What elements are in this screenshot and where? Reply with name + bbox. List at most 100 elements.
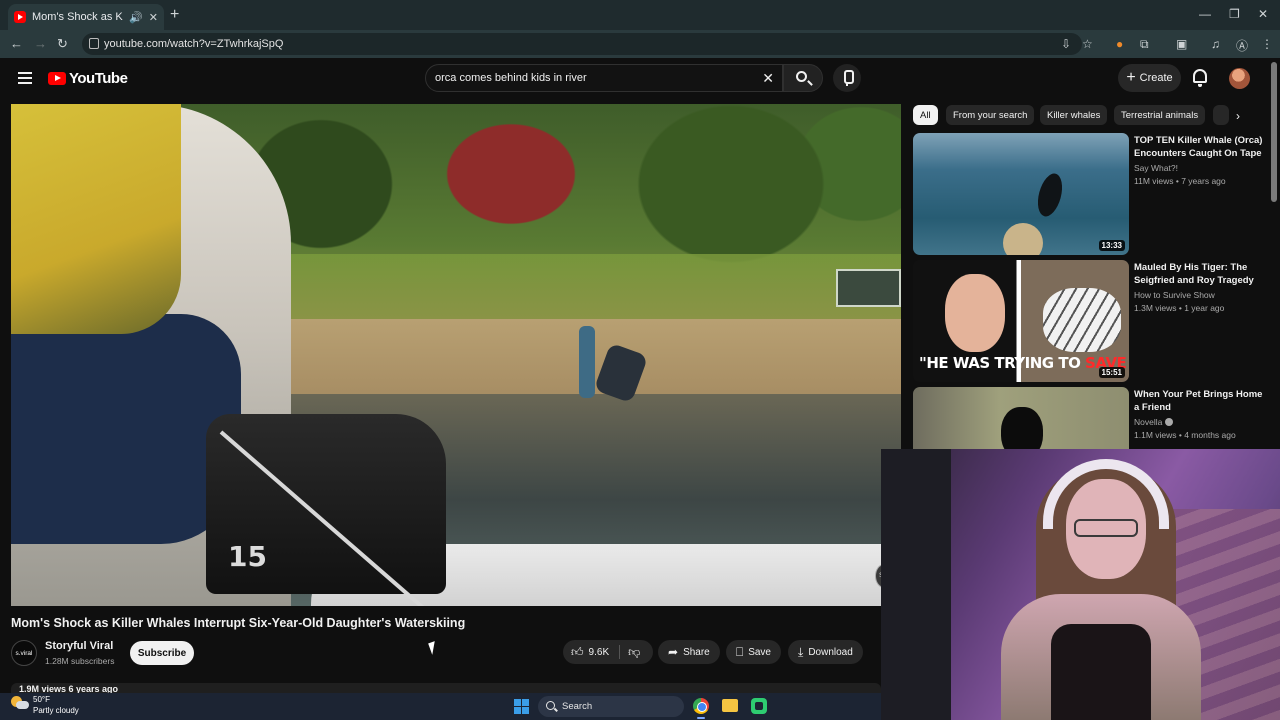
- tab-title: Mom's Shock as Killer Wha: [32, 11, 123, 23]
- webcam-overlay: [881, 449, 1280, 720]
- create-label: Create: [1139, 72, 1173, 84]
- like-thumbs-up-icon[interactable]: 👍︎: [571, 645, 584, 660]
- chip-partial[interactable]: [1213, 105, 1229, 125]
- video-title: Mom's Shock as Killer Whales Interrupt S…: [11, 616, 466, 630]
- rec-title-3[interactable]: When Your Pet Brings Home a Friend: [1134, 388, 1266, 414]
- url-text: youtube.com/watch?v=ZTwhrkajSpQ: [104, 38, 284, 50]
- forward-icon[interactable]: →: [34, 36, 47, 51]
- dislike-thumbs-down-icon[interactable]: 👎︎: [628, 645, 640, 660]
- download-icon: ⤓: [798, 644, 804, 659]
- chips-next-chevron-icon[interactable]: ›: [1236, 109, 1240, 123]
- thumb-caption: "HE WAS TRYING TO SAVE M: [919, 354, 1129, 372]
- url-field[interactable]: youtube.com/watch?v=ZTwhrkajSpQ: [82, 33, 1082, 55]
- motor-number: 15: [228, 540, 267, 573]
- thumb-white-tiger: [1043, 288, 1121, 352]
- rec-meta-2: 1.3M views • 1 year ago: [1134, 303, 1225, 313]
- share-arrow-icon: ➦: [668, 645, 679, 659]
- hamburger-menu-icon[interactable]: [18, 72, 32, 84]
- youtube-wordmark: YouTube: [69, 70, 128, 87]
- user-avatar[interactable]: [1229, 68, 1250, 89]
- create-button[interactable]: + Create: [1118, 64, 1181, 92]
- extension-icon[interactable]: ●: [1116, 37, 1123, 51]
- mouse-cursor: [428, 641, 439, 655]
- active-app-indicator: [697, 717, 705, 719]
- download-label: Download: [808, 646, 853, 658]
- channel-name[interactable]: Storyful Viral: [45, 640, 113, 652]
- page-scrollbar[interactable]: [1271, 62, 1277, 202]
- weather-condition[interactable]: Partly cloudy: [33, 706, 79, 715]
- back-icon[interactable]: ←: [10, 36, 23, 51]
- rec-title-1[interactable]: TOP TEN Killer Whale (Orca) Encounters C…: [1134, 134, 1266, 160]
- thumb-man-face: [945, 274, 1005, 352]
- rec-thumbnail-1[interactable]: 13:33: [913, 133, 1129, 255]
- bookmark-save-icon: ⎕: [736, 644, 744, 659]
- weather-partly-cloudy-icon[interactable]: [11, 696, 29, 710]
- youtube-header: YouTube orca comes behind kids in river …: [0, 58, 1280, 100]
- video-frame-sign: [836, 269, 901, 307]
- address-toolbar: ← → ↻ youtube.com/watch?v=ZTwhrkajSpQ ⇩ …: [0, 30, 1280, 58]
- webcam-person-top: [1051, 624, 1151, 720]
- maximize-icon[interactable]: ❐: [1229, 7, 1240, 21]
- close-tab-icon[interactable]: ✕: [149, 11, 158, 24]
- new-tab-button[interactable]: +: [170, 6, 179, 24]
- voice-search-microphone-icon[interactable]: [833, 64, 861, 92]
- subscribe-button[interactable]: Subscribe: [130, 641, 194, 665]
- search-input[interactable]: orca comes behind kids in river ✕: [425, 64, 783, 92]
- search-button[interactable]: [783, 64, 823, 92]
- youtube-favicon-icon: [14, 11, 26, 23]
- video-frame-outboard-motor: 15: [206, 414, 446, 594]
- youtube-play-icon: [48, 72, 66, 85]
- app-icon[interactable]: [751, 698, 767, 714]
- speaker-icon[interactable]: 🔊: [129, 11, 143, 24]
- bookmark-star-icon[interactable]: ☆: [1082, 37, 1093, 51]
- clear-search-icon[interactable]: ✕: [762, 70, 774, 87]
- thumb-black-panther: [1001, 407, 1043, 449]
- chrome-icon[interactable]: [693, 698, 709, 714]
- file-explorer-icon[interactable]: [722, 699, 738, 712]
- windows-taskbar: 50°F Partly cloudy Search: [0, 693, 881, 720]
- profile-icon[interactable]: Ⓐ: [1236, 37, 1248, 54]
- download-button[interactable]: ⤓ Download: [788, 640, 863, 664]
- taskbar-search[interactable]: Search: [538, 696, 684, 717]
- save-button[interactable]: ⎕ Save: [726, 640, 781, 664]
- rec-title-2[interactable]: Mauled By His Tiger: The Seigfried and R…: [1134, 261, 1266, 287]
- chip-terrestrial-animals[interactable]: Terrestrial animals: [1114, 105, 1206, 125]
- notifications-bell-icon[interactable]: [1193, 69, 1207, 87]
- chip-from-your-search[interactable]: From your search: [946, 105, 1035, 125]
- duration-badge: 13:33: [1098, 240, 1125, 251]
- webcam-background-wall: [881, 449, 951, 720]
- windows-start-icon[interactable]: [514, 699, 529, 714]
- rec-thumbnail-3[interactable]: [913, 387, 1129, 449]
- install-app-icon[interactable]: ⇩: [1061, 37, 1071, 51]
- chip-killer-whales[interactable]: Killer whales: [1040, 105, 1108, 125]
- media-controls-icon[interactable]: ♫: [1211, 37, 1220, 51]
- youtube-logo[interactable]: YouTube: [48, 70, 128, 87]
- share-label: Share: [683, 646, 710, 658]
- chip-all[interactable]: All: [913, 105, 938, 125]
- taskbar-search-icon: [546, 701, 555, 710]
- menu-dots-icon[interactable]: ⋮: [1261, 37, 1273, 51]
- rec-channel-3[interactable]: Novella: [1134, 417, 1174, 427]
- extensions-puzzle-icon[interactable]: ⧉: [1140, 37, 1149, 52]
- rec-channel-1[interactable]: Say What?!: [1134, 163, 1178, 173]
- site-info-icon[interactable]: [89, 38, 99, 49]
- minimize-icon[interactable]: —: [1199, 7, 1211, 21]
- side-panel-icon[interactable]: ▣: [1176, 37, 1187, 51]
- channel-avatar[interactable]: s.viral: [11, 640, 37, 666]
- save-label: Save: [748, 646, 771, 658]
- window-close-icon[interactable]: ✕: [1258, 7, 1268, 21]
- like-count[interactable]: 9.6K: [589, 647, 610, 658]
- like-divider: [619, 645, 620, 659]
- rec-channel-2[interactable]: How to Survive Show: [1134, 290, 1215, 300]
- weather-temperature[interactable]: 50°F: [33, 695, 50, 704]
- browser-tab[interactable]: Mom's Shock as Killer Wha 🔊 ✕: [8, 4, 164, 30]
- share-button[interactable]: ➦ Share: [658, 640, 720, 664]
- webcam-headphones: [1043, 459, 1169, 529]
- search-icon: [796, 71, 807, 82]
- video-frame-child: [579, 326, 595, 398]
- video-frame-lifevest: [11, 104, 181, 334]
- reload-icon[interactable]: ↻: [57, 36, 68, 52]
- video-player[interactable]: 15 S.V: [11, 104, 901, 606]
- subscriber-count: 1.28M subscribers: [45, 656, 115, 666]
- rec-thumbnail-2[interactable]: "HE WAS TRYING TO SAVE M 15:51: [913, 260, 1129, 382]
